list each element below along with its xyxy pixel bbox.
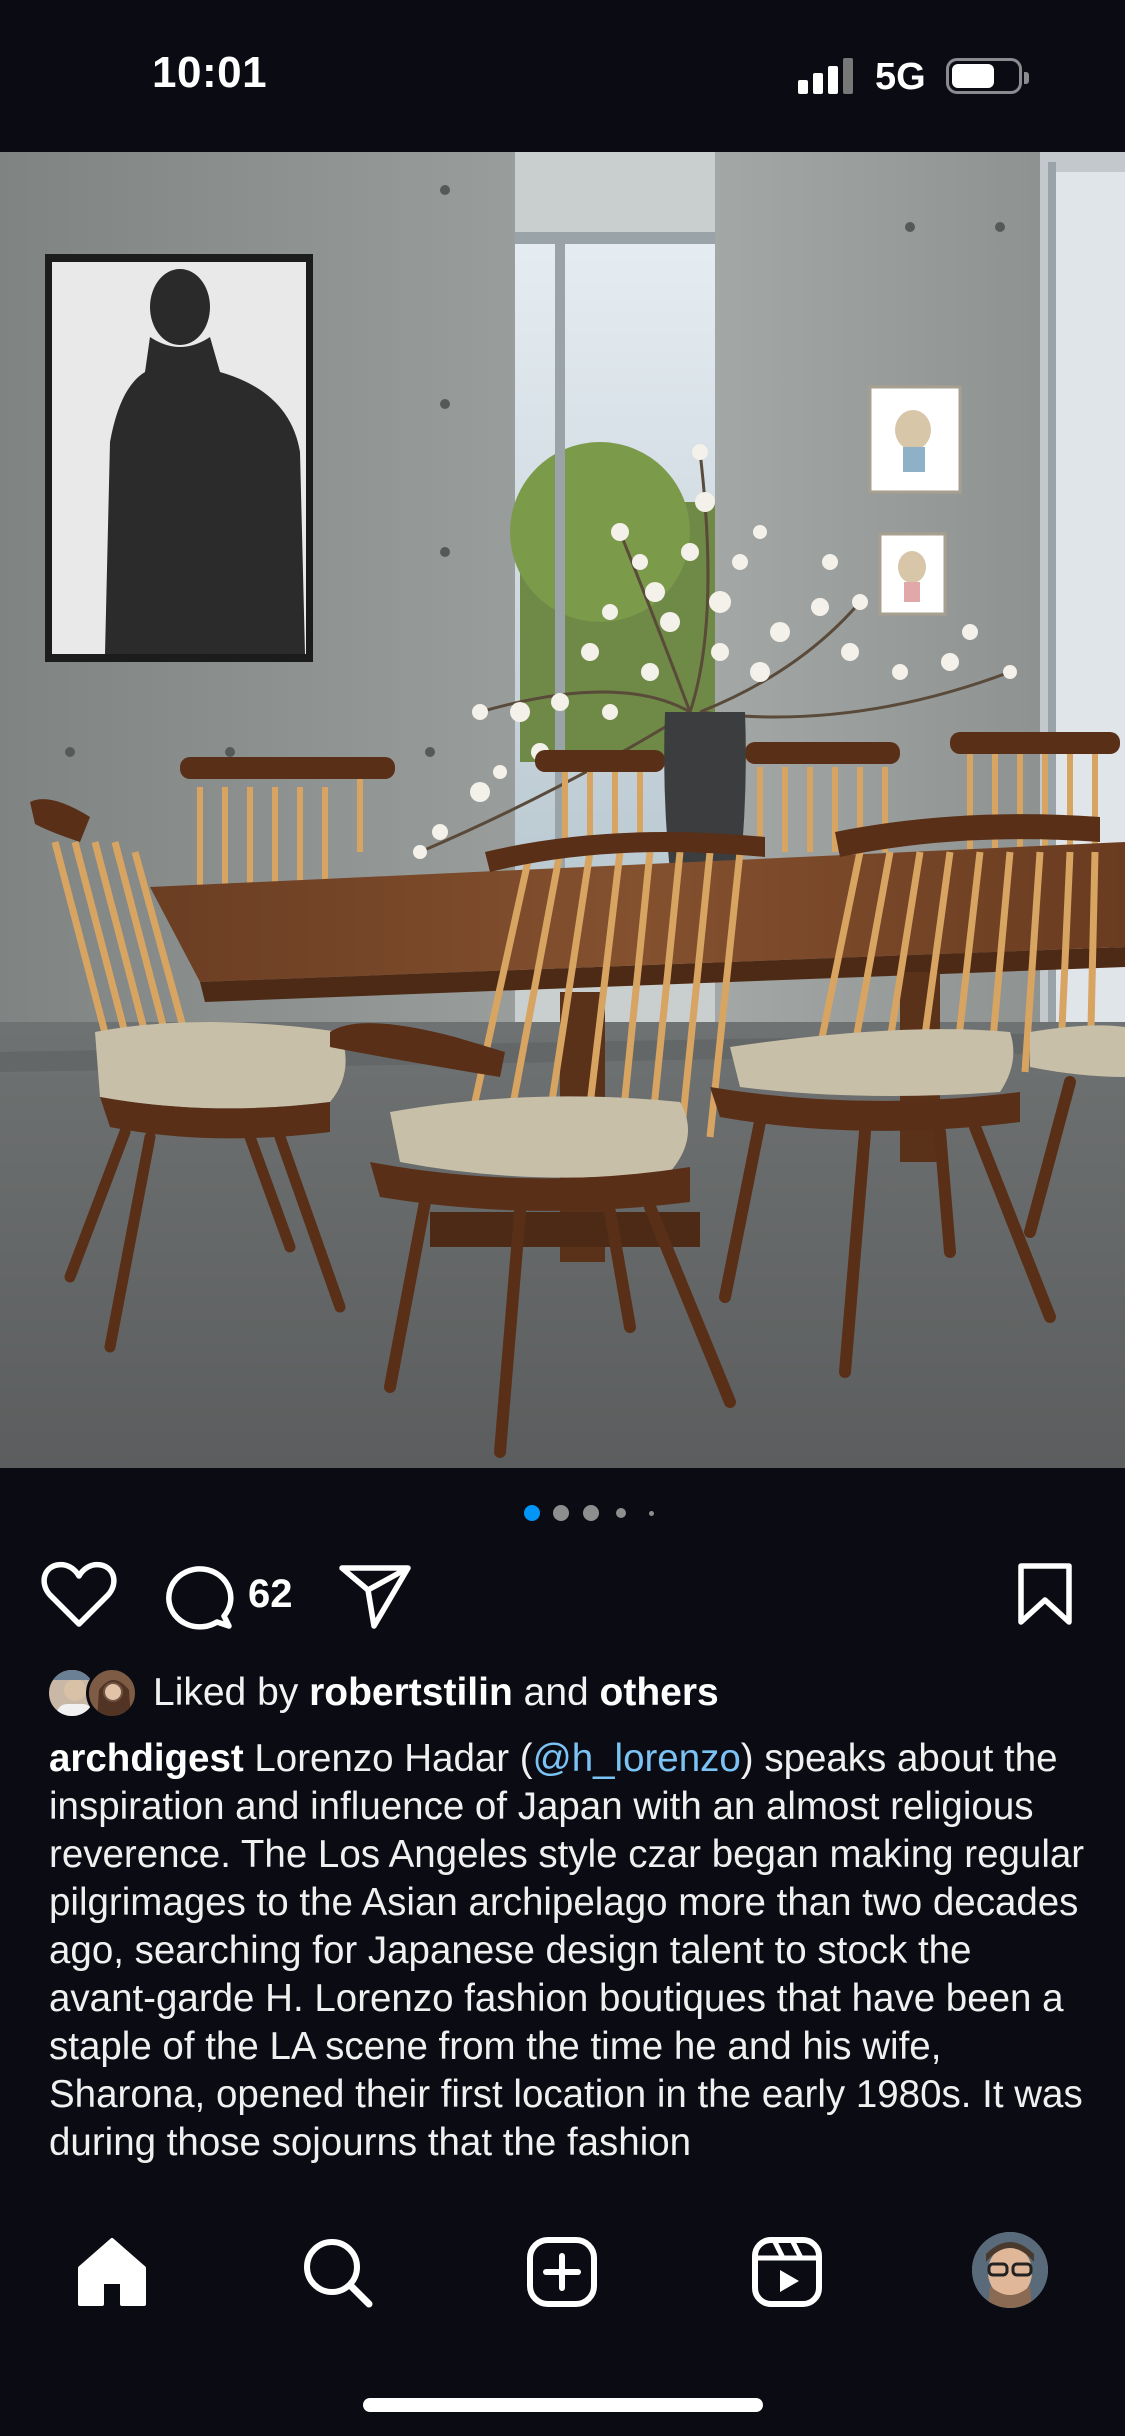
nav-profile[interactable] (972, 2232, 1048, 2308)
home-icon (78, 2238, 146, 2306)
caption-text: Lorenzo Hadar ( (243, 1737, 533, 1780)
save-button[interactable] (1015, 1560, 1075, 1630)
liked-by-and: and (512, 1671, 600, 1714)
liked-by-username[interactable]: robertstilin (309, 1671, 513, 1714)
like-button[interactable] (40, 1560, 118, 1630)
nav-create[interactable] (522, 2232, 602, 2312)
comment-button[interactable] (162, 1560, 238, 1630)
liked-by-prefix: Liked by (153, 1671, 310, 1714)
bookmark-icon (1018, 1563, 1072, 1625)
carousel-indicator (0, 1505, 1125, 1521)
caption-username[interactable]: archdigest (49, 1737, 244, 1780)
nav-search[interactable] (297, 2232, 377, 2312)
heart-icon (41, 1561, 117, 1627)
battery-icon (946, 58, 1029, 94)
caption-text: ) speaks about the inspiration and influ… (49, 1737, 1085, 2164)
carousel-dot (616, 1508, 626, 1518)
liked-by-others[interactable]: others (600, 1671, 719, 1714)
network-type: 5G (875, 56, 926, 98)
profile-avatar (972, 2232, 1048, 2308)
caption-mention[interactable]: @h_lorenzo (533, 1737, 741, 1780)
nav-home[interactable] (72, 2232, 152, 2312)
post-photo-illustration (0, 152, 1125, 1468)
carousel-dot-active (524, 1505, 540, 1521)
post-caption: archdigest Lorenzo Hadar (@h_lorenzo) sp… (49, 1735, 1089, 2195)
search-icon (304, 2239, 373, 2308)
paper-plane-icon (339, 1565, 411, 1629)
carousel-dot (553, 1505, 569, 1521)
avatar (86, 1667, 138, 1719)
create-icon (527, 2237, 597, 2307)
status-time: 10:01 (152, 48, 268, 97)
status-bar: 10:01 5G (0, 0, 1125, 152)
liked-by-avatars[interactable] (46, 1667, 146, 1719)
reels-icon (752, 2237, 822, 2307)
comment-bubble-icon (166, 1566, 234, 1630)
nav-reels[interactable] (747, 2232, 827, 2312)
comment-count: 62 (248, 1572, 293, 1616)
carousel-dot (649, 1511, 654, 1516)
share-button[interactable] (338, 1560, 412, 1630)
signal-strength-icon (798, 58, 856, 94)
home-indicator (363, 2398, 763, 2412)
post-image[interactable] (0, 152, 1125, 1468)
liked-by-text[interactable]: Liked by robertstilin and others (153, 1671, 719, 1715)
carousel-dot (583, 1505, 599, 1521)
